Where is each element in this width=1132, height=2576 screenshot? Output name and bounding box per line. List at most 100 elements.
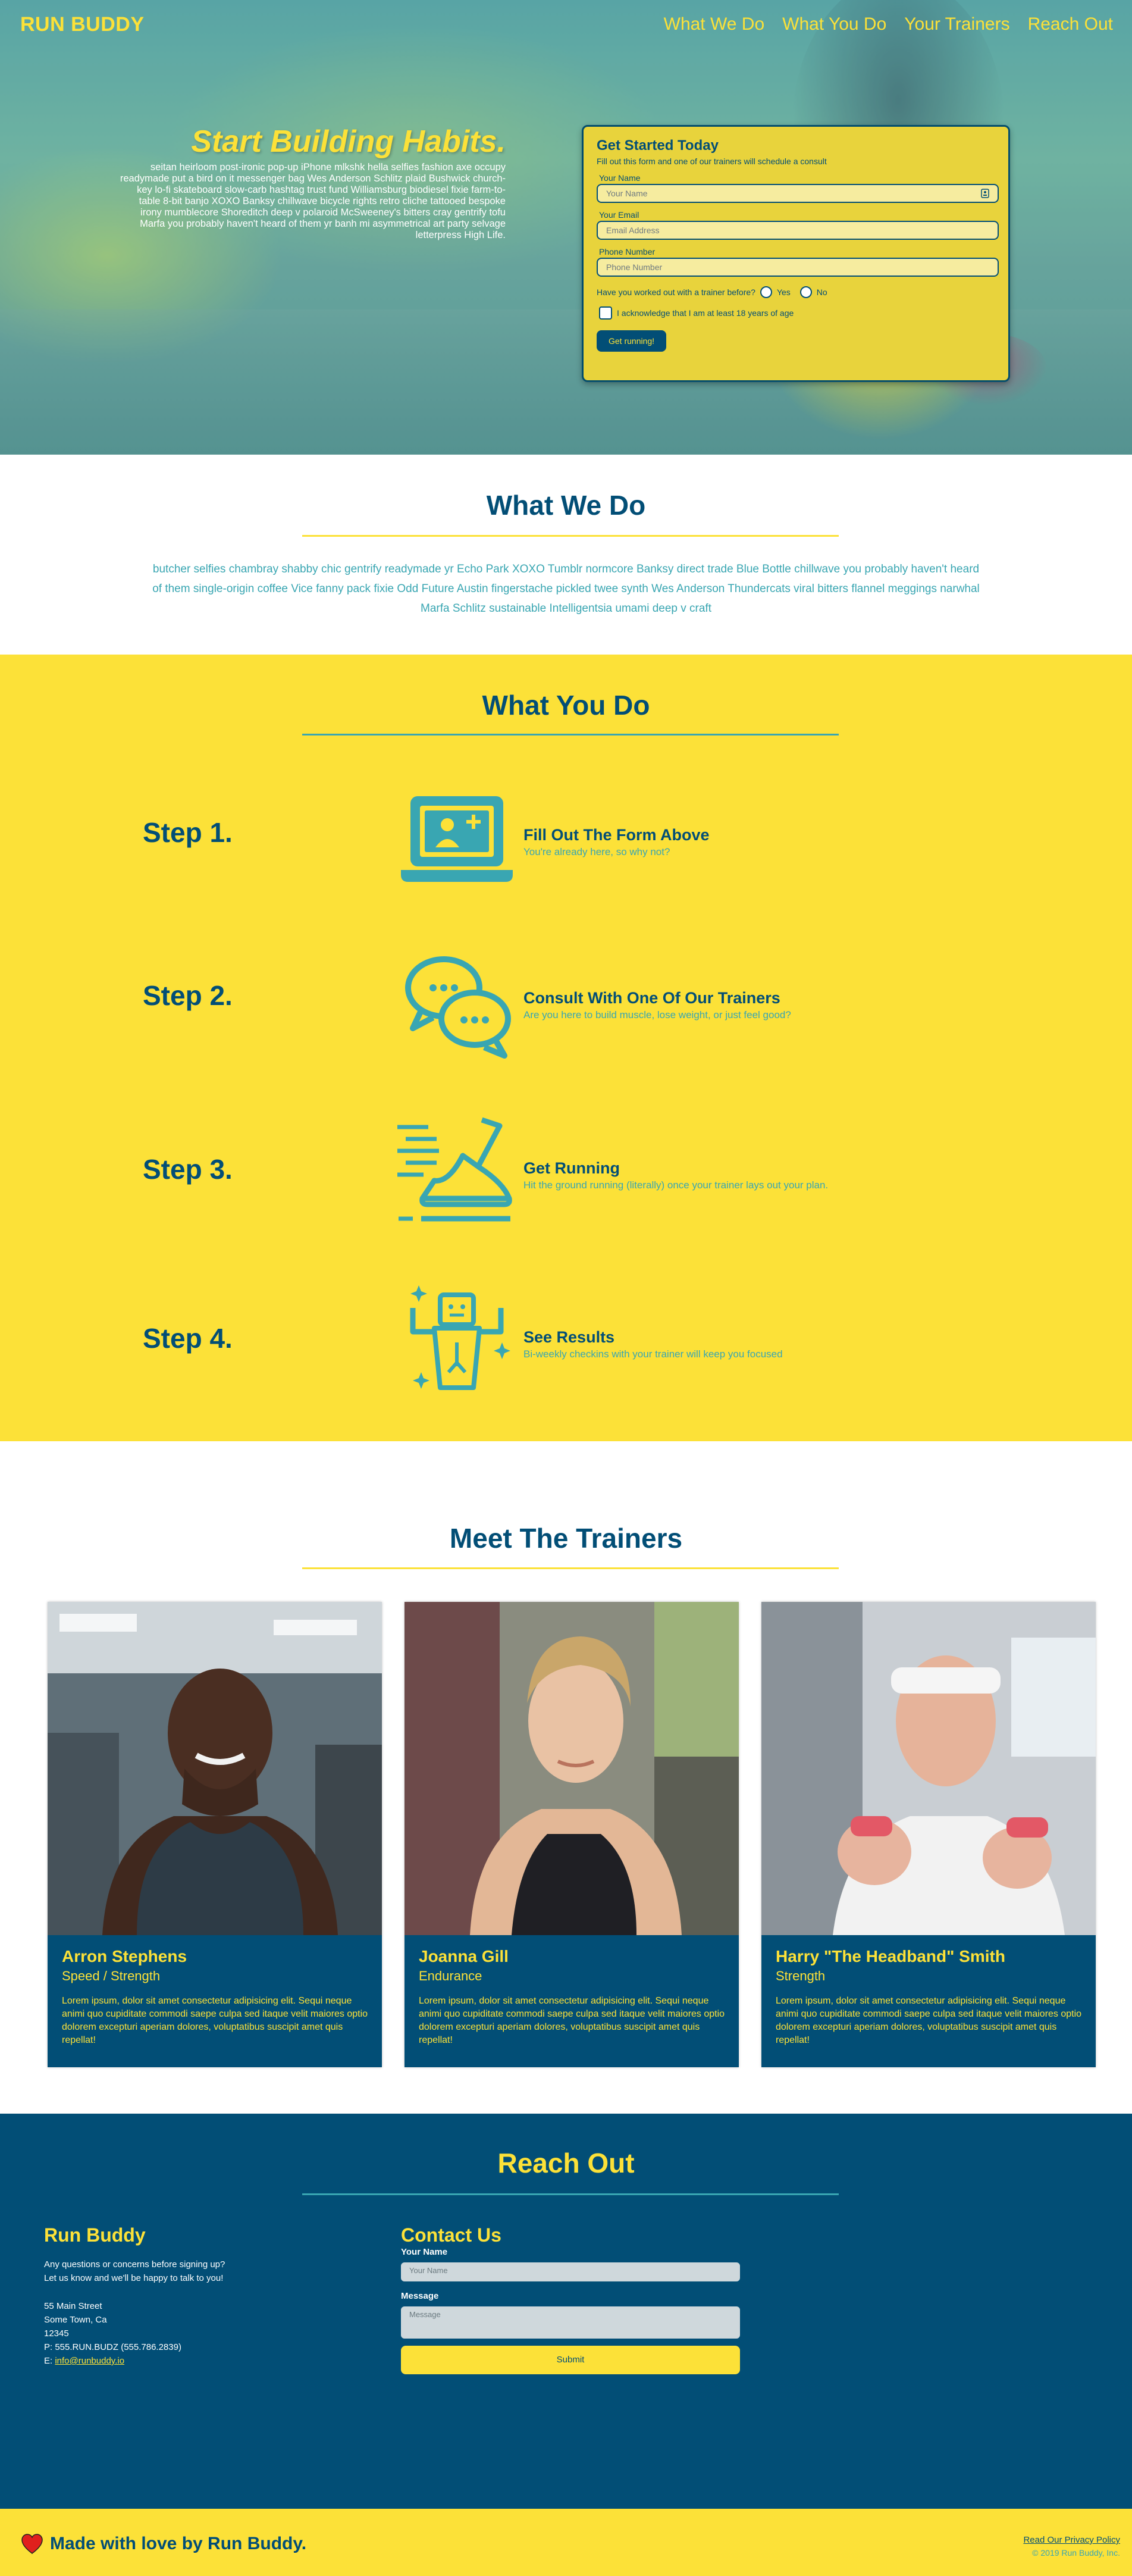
trainer-before-row: Have you worked out with a trainer befor… xyxy=(597,286,995,298)
yes-label: Yes xyxy=(776,287,791,297)
email-label: Your Email xyxy=(599,210,639,220)
contact-message-label: Message xyxy=(401,2291,439,2301)
trainer-card: Joanna Gill Endurance Lorem ipsum, dolor… xyxy=(404,1602,739,2067)
signup-form: Get Started Today Fill out this form and… xyxy=(582,125,1010,382)
acknowledge-row: I acknowledge that I am at least 18 year… xyxy=(597,306,995,320)
contact-address-2: Some Town, Ca xyxy=(44,2315,107,2325)
contact-email-link[interactable]: info@runbuddy.io xyxy=(55,2356,124,2366)
step-description: Are you here to build muscle, lose weigh… xyxy=(523,1009,791,1021)
trainer-card: Harry "The Headband" Smith Strength Lore… xyxy=(761,1602,1096,2067)
what-we-do-text: butcher selfies chambray shabby chic gen… xyxy=(152,563,980,615)
contact-name-placeholder: Your Name xyxy=(409,2266,448,2275)
contact-intro-1: Any questions or concerns before signing… xyxy=(44,2259,225,2270)
reach-out-title: Reach Out xyxy=(497,2148,635,2179)
name-placeholder: Your Name xyxy=(606,189,648,198)
strong-person-icon xyxy=(410,1285,510,1390)
get-running-button[interactable]: Get running! xyxy=(597,330,667,352)
contact-message-placeholder: Message xyxy=(409,2310,441,2319)
trainer-bio: Lorem ipsum, dolor sit amet consectetur … xyxy=(62,1996,368,2045)
copyright-text: © 2019 Run Buddy, Inc. xyxy=(1032,2548,1120,2558)
reach-out-section: Reach Out Run Buddy Any questions or con… xyxy=(0,2114,1132,2509)
what-we-do-divider xyxy=(302,535,839,537)
phone-input[interactable]: Phone Number xyxy=(597,258,999,277)
trainer-bio: Lorem ipsum, dolor sit amet consectetur … xyxy=(419,1996,725,2045)
chat-bubbles-icon xyxy=(405,956,511,1059)
yes-radio[interactable] xyxy=(760,286,772,298)
trainer-role: Speed / Strength xyxy=(62,1968,161,1983)
contact-email-row: E: info@runbuddy.io xyxy=(44,2354,124,2368)
reach-out-divider xyxy=(302,2193,839,2195)
hero-headline: Start Building Habits. xyxy=(191,124,506,159)
step-2: Step 2. Consult With One Of Our Trainers… xyxy=(0,934,1132,1065)
contact-address-3: 12345 xyxy=(44,2328,69,2339)
contact-name-label: Your Name xyxy=(401,2247,448,2257)
trainer-before-question: Have you worked out with a trainer befor… xyxy=(597,287,755,297)
step-title: Consult With One Of Our Trainers xyxy=(523,989,780,1007)
phone-placeholder: Phone Number xyxy=(606,262,663,272)
running-shoe-icon xyxy=(397,1117,512,1222)
trainer-name: Harry "The Headband" Smith xyxy=(776,1947,1005,1965)
step-label: Step 1. xyxy=(143,817,233,848)
brand-logo[interactable]: RUN BUDDY xyxy=(20,13,145,36)
made-with-love-text: Made with love by Run Buddy. xyxy=(50,2534,307,2553)
contact-phone: P: 555.RUN.BUDZ (555.786.2839) xyxy=(44,2342,181,2352)
contact-address-1: 55 Main Street xyxy=(44,2301,102,2311)
email-placeholder: Email Address xyxy=(606,226,660,235)
trainer-card: Arron Stephens Speed / Strength Lorem ip… xyxy=(48,1602,382,2067)
form-title: Get Started Today xyxy=(597,137,719,154)
step-label: Step 4. xyxy=(143,1323,233,1354)
contact-brand-title: Run Buddy xyxy=(44,2224,146,2246)
email-input[interactable]: Email Address xyxy=(597,221,999,240)
no-radio[interactable] xyxy=(799,286,812,298)
trainer-photo xyxy=(761,1602,1096,1935)
laptop-add-user-icon xyxy=(401,796,513,882)
trainer-name: Joanna Gill xyxy=(419,1947,509,1965)
phone-label: Phone Number xyxy=(599,247,656,256)
what-we-do-section: What We Do butcher selfies chambray shab… xyxy=(0,455,1132,655)
nav-link-what-you-do[interactable]: What You Do xyxy=(782,14,886,35)
autofill-contact-icon[interactable] xyxy=(981,189,989,198)
step-title: Get Running xyxy=(523,1159,620,1177)
trainer-bio: Lorem ipsum, dolor sit amet consectetur … xyxy=(776,1996,1082,2045)
step-title: Fill Out The Form Above xyxy=(523,826,710,844)
step-label: Step 2. xyxy=(143,980,233,1011)
age-acknowledge-label: I acknowledge that I am at least 18 year… xyxy=(617,308,794,318)
age-acknowledge-checkbox[interactable] xyxy=(599,306,612,320)
nav-link-what-we-do[interactable]: What We Do xyxy=(664,14,765,35)
step-description: Hit the ground running (literally) once … xyxy=(523,1179,829,1191)
step-label: Step 3. xyxy=(143,1154,233,1185)
trainer-photo xyxy=(48,1602,382,1935)
nav-link-your-trainers[interactable]: Your Trainers xyxy=(904,14,1009,35)
what-you-do-section: What You Do Step 1. Fill Out The Form Ab… xyxy=(0,655,1132,1441)
trainer-name: Arron Stephens xyxy=(62,1947,187,1965)
what-you-do-divider xyxy=(302,734,839,735)
step-title: See Results xyxy=(523,1328,615,1346)
contact-intro-2: Let us know and we'll be happy to talk t… xyxy=(44,2273,224,2283)
no-label: No xyxy=(816,287,827,297)
contact-submit-button[interactable]: Submit xyxy=(401,2346,740,2374)
heart-icon xyxy=(21,2534,43,2554)
trainers-title: Meet The Trainers xyxy=(449,1523,683,1554)
contact-form-title: Contact Us xyxy=(401,2224,501,2246)
nav-link-reach-out[interactable]: Reach Out xyxy=(1028,14,1113,35)
trainers-divider xyxy=(302,1567,839,1569)
trainers-section: Meet The Trainers Arron Stephens Speed /… xyxy=(0,1441,1132,2114)
hero-intro: Start Building Habits. seitan heirloom p… xyxy=(119,124,506,241)
contact-message-textarea[interactable]: Message xyxy=(401,2306,740,2339)
main-nav: What We Do What You Do Your Trainers Rea… xyxy=(664,14,1113,35)
hero-section: RUN BUDDY What We Do What You Do Your Tr… xyxy=(0,0,1132,455)
hero-body-text: seitan heirloom post-ironic pop-up iPhon… xyxy=(120,162,506,240)
privacy-policy-link[interactable]: Read Our Privacy Policy xyxy=(1023,2535,1120,2545)
step-3: Step 3. Get Running Hit the ground runni… xyxy=(0,1108,1132,1239)
trainer-role: Endurance xyxy=(419,1968,482,1983)
what-you-do-title: What You Do xyxy=(482,690,650,721)
name-input[interactable]: Your Name xyxy=(597,184,999,203)
form-subtitle: Fill out this form and one of our traine… xyxy=(597,156,827,166)
what-we-do-title: What We Do xyxy=(486,490,646,521)
contact-name-input[interactable]: Your Name xyxy=(401,2262,740,2281)
step-4: Step 4. See Results Bi-weekly checkins w… xyxy=(0,1277,1132,1408)
step-1: Step 1. Fill Out The Form Above You're a… xyxy=(0,774,1132,904)
contact-email-prefix: E: xyxy=(44,2356,55,2366)
trainer-role: Strength xyxy=(776,1968,826,1983)
trainer-photo xyxy=(404,1602,739,1935)
